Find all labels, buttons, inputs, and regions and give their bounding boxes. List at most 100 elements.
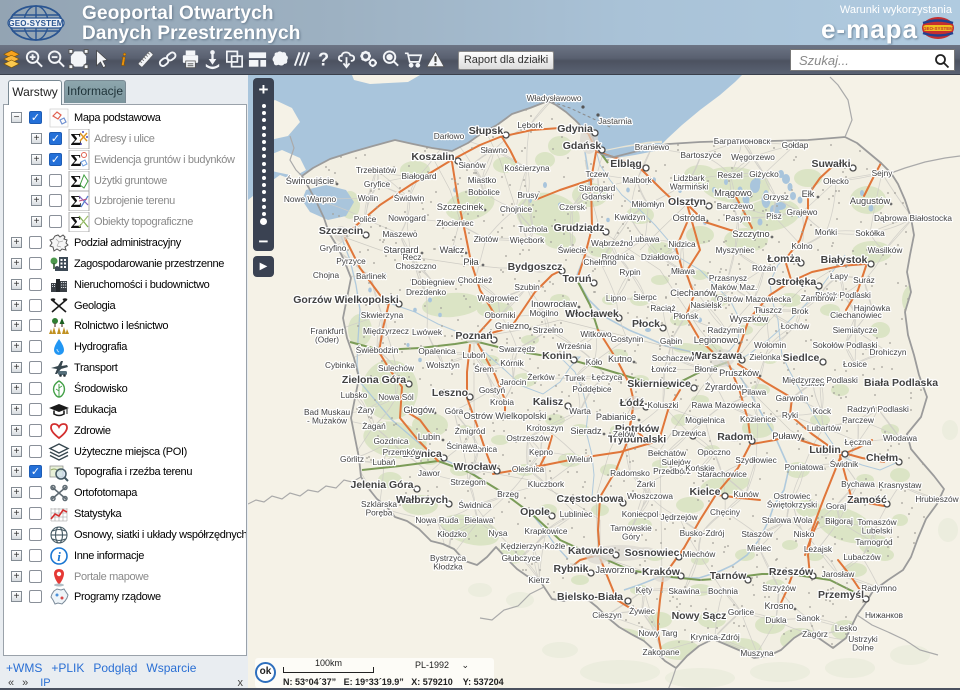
- svg-text:Suraz: Suraz: [853, 275, 875, 285]
- svg-text:Opoczno: Opoczno: [697, 447, 731, 457]
- svg-text:Hrubieszów: Hrubieszów: [915, 494, 959, 504]
- svg-text:Gryfino: Gryfino: [320, 243, 347, 253]
- svg-text:Gostyń: Gostyń: [479, 385, 506, 395]
- svg-text:Sieradz: Sieradz: [570, 426, 602, 436]
- svg-text:Wągrowiec: Wągrowiec: [477, 293, 518, 303]
- svg-text:Dobiegniew: Dobiegniew: [411, 277, 455, 287]
- svg-text:Międzyrzecz: Międzyrzecz: [363, 326, 409, 336]
- svg-text:Kutno: Kutno: [608, 354, 632, 364]
- svg-text:Luboń: Luboń: [462, 350, 485, 360]
- svg-text:Łęczyca: Łęczyca: [592, 372, 623, 382]
- svg-text:Ryki: Ryki: [782, 410, 798, 420]
- svg-text:Krasnystaw: Krasnystaw: [879, 480, 923, 490]
- svg-text:Ełk: Ełk: [802, 189, 815, 199]
- svg-text:Żywiec: Żywiec: [629, 606, 655, 616]
- svg-text:Багратионовск: Багратионовск: [714, 136, 771, 146]
- svg-text:Błonie: Błonie: [694, 364, 717, 374]
- svg-text:Cybinka: Cybinka: [325, 360, 355, 370]
- svg-text:Wolsztyn: Wolsztyn: [426, 360, 460, 370]
- svg-text:Garwolin: Garwolin: [776, 393, 809, 403]
- svg-text:Σ: Σ: [70, 151, 81, 170]
- svg-text:Jarosław: Jarosław: [822, 569, 856, 579]
- svg-text:Krapkowice: Krapkowice: [525, 526, 568, 536]
- svg-text:Puławy: Puławy: [772, 431, 802, 441]
- svg-text:Koniecpol: Koniecpol: [622, 509, 659, 519]
- svg-text:Suwałki: Suwałki: [811, 158, 850, 170]
- svg-text:Swarzędz: Swarzędz: [499, 344, 535, 354]
- svg-text:Opole: Opole: [520, 506, 550, 518]
- svg-text:Gdańsk: Gdańsk: [563, 140, 602, 152]
- svg-text:Radzyń Podlaski: Radzyń Podlaski: [847, 404, 909, 414]
- svg-text:BystrzycaKłodzka: BystrzycaKłodzka: [430, 553, 466, 571]
- svg-text:Ostróda: Ostróda: [673, 213, 707, 223]
- svg-text:Lublin: Lublin: [809, 444, 841, 456]
- svg-text:Katowice: Katowice: [568, 545, 614, 557]
- svg-text:Krotoszyn: Krotoszyn: [527, 423, 564, 433]
- svg-text:Tczew: Tczew: [585, 169, 609, 179]
- svg-text:Pyrzyce: Pyrzyce: [336, 256, 366, 266]
- svg-text:Drohiczyn: Drohiczyn: [870, 347, 907, 357]
- svg-text:Szubin: Szubin: [514, 282, 540, 292]
- svg-text:Orzysz: Orzysz: [763, 192, 789, 202]
- svg-text:Σ: Σ: [70, 213, 81, 232]
- svg-text:Bartoszyce: Bartoszyce: [680, 150, 721, 160]
- svg-text:Koło: Koło: [586, 357, 603, 367]
- svg-text:Gołdap: Gołdap: [782, 140, 809, 150]
- svg-text:Chęciny: Chęciny: [710, 507, 741, 517]
- svg-text:Gryfice: Gryfice: [364, 179, 391, 189]
- svg-text:Zelów: Zelów: [613, 429, 636, 439]
- svg-text:Нижанков: Нижанков: [865, 610, 904, 620]
- svg-text:Goraj: Goraj: [826, 501, 846, 511]
- svg-text:Włodawa: Włodawa: [883, 433, 918, 443]
- svg-text:Nysa: Nysa: [489, 528, 508, 538]
- svg-text:Busko-Zdrój: Busko-Zdrój: [680, 528, 725, 538]
- svg-text:Gniezno: Gniezno: [495, 321, 529, 331]
- svg-text:Łochów: Łochów: [781, 321, 811, 331]
- svg-text:Lubań: Lubań: [372, 457, 395, 467]
- svg-text:Świdnik: Świdnik: [830, 458, 859, 469]
- svg-text:Węgorzewo: Węgorzewo: [731, 152, 775, 162]
- svg-text:Nisko: Nisko: [794, 529, 815, 539]
- svg-text:Olsztyn: Olsztyn: [668, 196, 706, 208]
- svg-text:Bobolice: Bobolice: [468, 187, 500, 197]
- svg-text:Nidzica: Nidzica: [668, 239, 696, 249]
- svg-text:Łapy: Łapy: [830, 271, 849, 281]
- svg-text:Wąbrzeźno: Wąbrzeźno: [591, 238, 633, 248]
- svg-text:Tuchola: Tuchola: [518, 224, 548, 234]
- svg-text:Mrągowo: Mrągowo: [714, 188, 752, 198]
- svg-text:Lubaczów: Lubaczów: [843, 552, 881, 562]
- svg-text:Skierniewice: Skierniewice: [627, 378, 691, 390]
- svg-text:Krosno: Krosno: [764, 601, 793, 611]
- svg-text:Konin: Konin: [542, 350, 572, 362]
- svg-text:Oborniki: Oborniki: [485, 310, 516, 320]
- svg-text:Kunów: Kunów: [733, 489, 759, 499]
- svg-text:Gorzów Wielkopolski: Gorzów Wielkopolski: [293, 294, 399, 306]
- svg-text:Wałcz: Wałcz: [440, 245, 465, 255]
- svg-text:Wrocław: Wrocław: [454, 461, 498, 473]
- svg-text:Jędrzejów: Jędrzejów: [660, 512, 698, 522]
- svg-text:Radzymin: Radzymin: [708, 325, 745, 335]
- svg-text:Mogielnica: Mogielnica: [685, 415, 725, 425]
- svg-text:Białogard: Białogard: [401, 171, 436, 181]
- svg-text:Zielonka: Zielonka: [749, 352, 781, 362]
- svg-text:Częstochowa: Częstochowa: [556, 493, 623, 505]
- svg-text:Szczecin: Szczecin: [319, 225, 363, 237]
- svg-text:Lębork: Lębork: [517, 120, 543, 130]
- svg-text:Reszel: Reszel: [717, 170, 743, 180]
- svg-text:Rybnik: Rybnik: [553, 563, 588, 575]
- svg-text:Pilawa: Pilawa: [742, 387, 767, 397]
- svg-text:Słupsk: Słupsk: [469, 125, 504, 137]
- svg-text:Września: Września: [557, 341, 592, 351]
- svg-text:Warta: Warta: [569, 406, 591, 416]
- svg-text:Mońki: Mońki: [815, 227, 837, 237]
- svg-text:OstrowiecŚwiętokrzyski: OstrowiecŚwiętokrzyski: [767, 491, 817, 509]
- svg-text:Zakopane: Zakopane: [643, 647, 680, 657]
- svg-text:Krynica-Zdrój: Krynica-Zdrój: [690, 632, 739, 642]
- svg-text:Świnoujście: Świnoujście: [286, 175, 335, 186]
- svg-text:Grajewo: Grajewo: [787, 207, 818, 217]
- svg-text:Brok: Brok: [791, 306, 809, 316]
- svg-text:Różan: Różan: [752, 263, 776, 273]
- svg-text:Warszawa: Warszawa: [692, 350, 743, 362]
- svg-text:Lubawa: Lubawa: [630, 234, 659, 244]
- svg-text:Rypin: Rypin: [619, 267, 641, 277]
